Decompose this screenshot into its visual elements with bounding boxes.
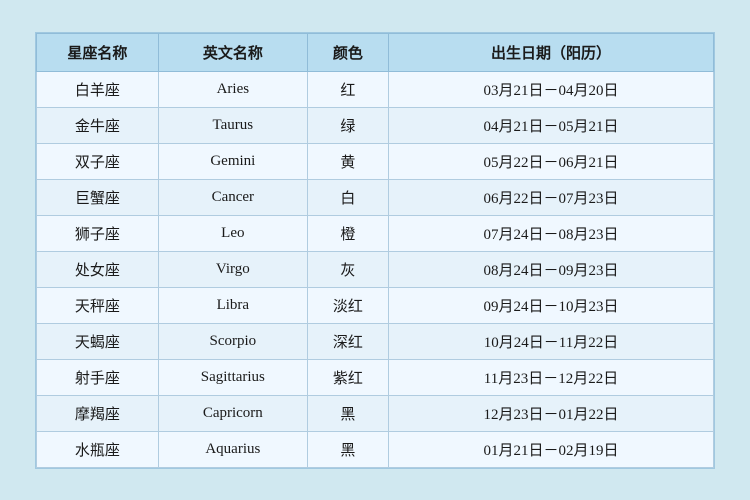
cell-date: 08月24日－09月23日 [389, 251, 714, 287]
header-date: 出生日期（阳历） [389, 33, 714, 71]
table-row: 巨蟹座Cancer白06月22日－07月23日 [37, 179, 714, 215]
cell-english: Aquarius [158, 431, 307, 467]
cell-english: Scorpio [158, 323, 307, 359]
cell-chinese: 金牛座 [37, 107, 159, 143]
header-chinese: 星座名称 [37, 33, 159, 71]
table-row: 白羊座Aries红03月21日－04月20日 [37, 71, 714, 107]
cell-date: 03月21日－04月20日 [389, 71, 714, 107]
table-row: 摩羯座Capricorn黑12月23日－01月22日 [37, 395, 714, 431]
cell-chinese: 摩羯座 [37, 395, 159, 431]
cell-date: 09月24日－10月23日 [389, 287, 714, 323]
cell-date: 07月24日－08月23日 [389, 215, 714, 251]
cell-date: 01月21日－02月19日 [389, 431, 714, 467]
cell-date: 10月24日－11月22日 [389, 323, 714, 359]
table-row: 射手座Sagittarius紫红11月23日－12月22日 [37, 359, 714, 395]
cell-date: 11月23日－12月22日 [389, 359, 714, 395]
table-header-row: 星座名称 英文名称 颜色 出生日期（阳历） [37, 33, 714, 71]
cell-date: 06月22日－07月23日 [389, 179, 714, 215]
cell-english: Cancer [158, 179, 307, 215]
table-row: 金牛座Taurus绿04月21日－05月21日 [37, 107, 714, 143]
cell-english: Sagittarius [158, 359, 307, 395]
cell-chinese: 处女座 [37, 251, 159, 287]
cell-color: 黑 [307, 395, 388, 431]
cell-date: 05月22日－06月21日 [389, 143, 714, 179]
cell-color: 绿 [307, 107, 388, 143]
cell-chinese: 巨蟹座 [37, 179, 159, 215]
zodiac-table-container: 星座名称 英文名称 颜色 出生日期（阳历） 白羊座Aries红03月21日－04… [35, 32, 715, 469]
cell-color: 深红 [307, 323, 388, 359]
cell-chinese: 水瓶座 [37, 431, 159, 467]
cell-color: 红 [307, 71, 388, 107]
cell-color: 灰 [307, 251, 388, 287]
table-row: 水瓶座Aquarius黑01月21日－02月19日 [37, 431, 714, 467]
cell-chinese: 射手座 [37, 359, 159, 395]
header-english: 英文名称 [158, 33, 307, 71]
cell-english: Gemini [158, 143, 307, 179]
table-row: 双子座Gemini黄05月22日－06月21日 [37, 143, 714, 179]
cell-english: Libra [158, 287, 307, 323]
cell-color: 白 [307, 179, 388, 215]
cell-date: 04月21日－05月21日 [389, 107, 714, 143]
zodiac-table: 星座名称 英文名称 颜色 出生日期（阳历） 白羊座Aries红03月21日－04… [36, 33, 714, 468]
cell-chinese: 天秤座 [37, 287, 159, 323]
cell-date: 12月23日－01月22日 [389, 395, 714, 431]
cell-chinese: 天蝎座 [37, 323, 159, 359]
table-row: 处女座Virgo灰08月24日－09月23日 [37, 251, 714, 287]
cell-english: Leo [158, 215, 307, 251]
cell-color: 紫红 [307, 359, 388, 395]
header-color: 颜色 [307, 33, 388, 71]
cell-color: 淡红 [307, 287, 388, 323]
cell-chinese: 狮子座 [37, 215, 159, 251]
cell-color: 黑 [307, 431, 388, 467]
table-row: 天蝎座Scorpio深红10月24日－11月22日 [37, 323, 714, 359]
cell-color: 黄 [307, 143, 388, 179]
table-row: 狮子座Leo橙07月24日－08月23日 [37, 215, 714, 251]
cell-chinese: 双子座 [37, 143, 159, 179]
cell-chinese: 白羊座 [37, 71, 159, 107]
cell-color: 橙 [307, 215, 388, 251]
table-row: 天秤座Libra淡红09月24日－10月23日 [37, 287, 714, 323]
cell-english: Aries [158, 71, 307, 107]
cell-english: Virgo [158, 251, 307, 287]
cell-english: Capricorn [158, 395, 307, 431]
cell-english: Taurus [158, 107, 307, 143]
